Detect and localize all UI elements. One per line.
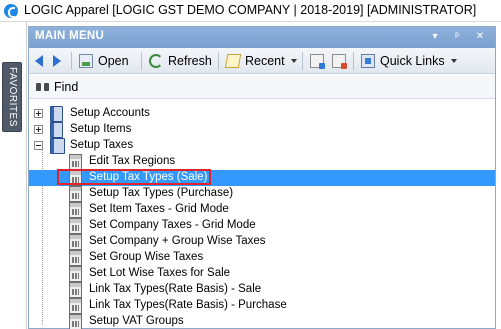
tree-item-label: Setup Taxes [70,139,134,151]
tree-item-link-tax-types-purchase[interactable]: Link Tax Types(Rate Basis) - Purchase [29,298,495,314]
document-remove-button[interactable] [332,51,351,71]
calculator-icon [69,186,82,202]
book-open-icon [50,138,65,154]
recent-button[interactable]: Recent [224,51,297,71]
tree-item-set-company-taxes-grid-mode[interactable]: Set Company Taxes - Grid Mode [29,218,495,234]
chevron-down-icon [290,59,297,63]
back-button[interactable] [35,51,43,71]
tree-item-edit-tax-regions[interactable]: Edit Tax Regions [29,154,495,170]
document-button[interactable] [310,51,329,71]
toolbar-divider [141,52,142,70]
window-title: LOGIC Apparel [LOGIC GST DEMO COMPANY | … [24,3,477,17]
open-icon [79,54,93,68]
tree-item-set-lot-wise-taxes-sale[interactable]: Set Lot Wise Taxes for Sale [29,266,495,282]
app-logo-icon [4,4,18,18]
calculator-icon [69,234,82,250]
tree-item-label: Set Company Taxes - Grid Mode [89,219,256,231]
tree-item-label: Setup Tax Types (Purchase) [89,187,234,199]
tree-item-setup-taxes[interactable]: Setup Taxes [29,138,495,154]
tree-item-set-item-taxes-grid-mode[interactable]: Set Item Taxes - Grid Mode [29,202,495,218]
tree-item-label: Link Tax Types(Rate Basis) - Sale [89,283,262,295]
favorites-strip: FAVORITES [0,22,27,329]
tree-item-label: Setup Items [70,123,132,135]
open-button[interactable]: Open [79,51,129,71]
calculator-icon [69,218,82,234]
book-icon [50,106,63,122]
calculator-icon [69,250,82,266]
tree-item-label: Set Lot Wise Taxes for Sale [89,267,231,279]
tree-item-set-group-wise-taxes[interactable]: Set Group Wise Taxes [29,250,495,266]
toolbar-divider [353,52,354,70]
refresh-label: Refresh [168,54,212,68]
menu-tree: Setup Accounts Setup Items Setup Taxes E… [29,101,495,329]
find-bar[interactable]: Find [29,75,495,99]
tree-item-set-company-group-wise-taxes[interactable]: Set Company + Group Wise Taxes [29,234,495,250]
chevron-down-icon [450,59,457,63]
toolbar-divider [71,52,72,70]
tree-item-label: Edit Tax Regions [89,155,176,167]
tree-item-label: Set Item Taxes - Grid Mode [89,203,229,215]
panel-title: MAIN MENU [35,30,105,42]
document-remove-icon [332,54,347,69]
tree-item-label: Set Group Wise Taxes [89,251,204,263]
dropdown-icon[interactable]: ▾ [429,30,441,44]
toolbar: Open Refresh Recent Quick Links [29,48,495,74]
tree-item-setup-items[interactable]: Setup Items [29,122,495,138]
tree-item-link-tax-types-sale[interactable]: Link Tax Types(Rate Basis) - Sale [29,282,495,298]
highlight-outline [57,169,211,185]
calculator-icon [69,266,82,282]
pin-icon[interactable]: ᵖ [451,30,463,44]
back-arrow-icon [35,55,43,67]
calculator-icon [69,154,82,170]
calculator-icon [69,298,82,314]
find-label: Find [54,80,79,94]
quick-links-icon [361,54,375,68]
favorites-tab[interactable]: FAVORITES [2,62,22,132]
binoculars-icon [36,81,49,92]
recent-icon [224,54,242,68]
calculator-icon [69,202,82,218]
tree-item-setup-accounts[interactable]: Setup Accounts [29,106,495,122]
document-icon [310,54,325,69]
toolbar-divider [218,52,219,70]
toolbar-divider [302,52,303,70]
panel-header: MAIN MENU ▾ ᵖ ✕ [29,27,495,48]
quick-links-button[interactable]: Quick Links [361,51,457,71]
tree-item-setup-tax-types-sale[interactable]: Setup Tax Types (Sale) [29,169,495,186]
tree-item-setup-vat-groups[interactable]: Setup VAT Groups [29,314,495,329]
forward-button[interactable] [53,51,61,71]
recent-label: Recent [245,54,285,68]
refresh-button[interactable]: Refresh [149,51,212,71]
close-icon[interactable]: ✕ [474,30,486,44]
forward-arrow-icon [53,55,61,67]
calculator-icon [69,282,82,298]
open-label: Open [98,54,129,68]
favorites-label: FAVORITES [7,67,18,127]
main-menu-panel: MAIN MENU ▾ ᵖ ✕ Open Refresh Recent Quic… [28,26,496,329]
tree-item-label: Link Tax Types(Rate Basis) - Purchase [89,299,287,311]
collapse-minus-icon[interactable] [34,141,43,150]
expand-plus-icon[interactable] [34,109,43,118]
calculator-icon [69,314,82,329]
window-title-bar: LOGIC Apparel [LOGIC GST DEMO COMPANY | … [0,0,501,22]
tree-item-label: Setup Accounts [70,107,150,119]
quick-links-label: Quick Links [380,54,445,68]
tree-item-label: Set Company + Group Wise Taxes [89,235,266,247]
expand-plus-icon[interactable] [34,125,43,134]
tree-item-setup-tax-types-purchase[interactable]: Setup Tax Types (Purchase) [29,186,495,202]
book-icon [50,122,63,138]
refresh-icon [149,54,163,68]
tree-item-label: Setup VAT Groups [89,315,184,327]
